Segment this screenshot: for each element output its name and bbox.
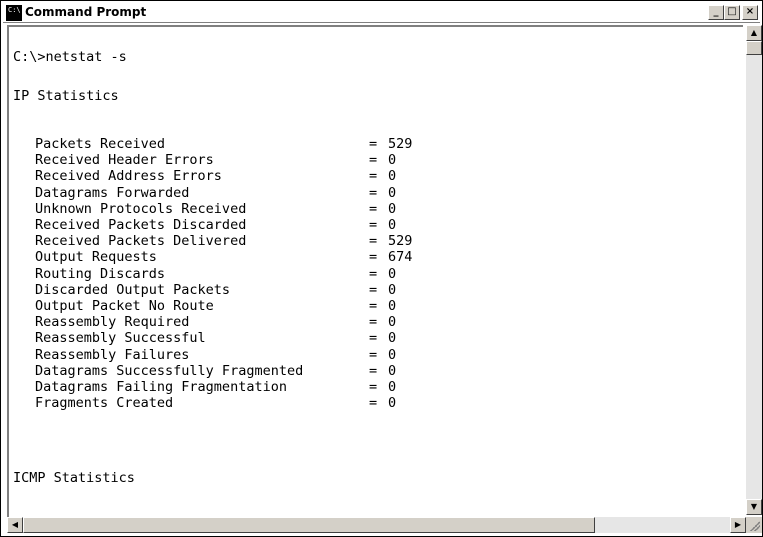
stat-label: Received Packets Discarded [35, 217, 247, 233]
stat-equals: = [369, 265, 378, 282]
stat-equals: = [369, 395, 378, 412]
stat-value: 0 [388, 184, 397, 201]
stat-label: Routing Discards [35, 265, 166, 282]
stat-equals: = [369, 136, 378, 152]
stat-value: 0 [388, 330, 397, 347]
console-output[interactable]: C:\>netstat -s IP Statistics Packets Rec… [7, 25, 743, 517]
stat-label: Unknown Protocols Received [35, 200, 247, 217]
command-line: C:\>netstat -s [13, 49, 127, 65]
stat-equals: = [369, 168, 378, 185]
horizontal-scrollbar[interactable]: ◀ ▶ [7, 517, 746, 533]
stat-value: 0 [388, 346, 397, 363]
section-heading-ip: IP Statistics [13, 88, 119, 104]
stat-value: 529 [388, 136, 413, 152]
stat-equals: = [369, 379, 378, 395]
minimize-button[interactable]: _ [708, 5, 724, 20]
vertical-scrollbar[interactable]: ▲ ▼ [746, 25, 762, 515]
stat-value: 0 [388, 281, 397, 298]
stat-value: 0 [388, 200, 397, 217]
stat-label: Received Address Errors [35, 168, 222, 185]
stat-label: Received Header Errors [35, 152, 214, 169]
stat-value: 0 [388, 265, 397, 282]
stat-label: Discarded Output Packets [35, 281, 231, 298]
stat-value: 0 [388, 314, 397, 331]
stat-label: Received Packets Delivered [35, 233, 247, 250]
stat-value: 0 [388, 362, 397, 379]
stat-value: 0 [388, 395, 397, 412]
scroll-up-icon[interactable]: ▲ [746, 25, 762, 41]
stat-label: Datagrams Forwarded [35, 184, 190, 201]
scroll-down-icon[interactable]: ▼ [746, 499, 762, 515]
command-prompt-window: C:\ Command Prompt _ □ × C:\>netstat -s … [0, 0, 763, 537]
stat-equals: = [369, 152, 378, 169]
stat-label: Output Packet No Route [35, 298, 214, 314]
stat-value: 0 [388, 168, 397, 185]
stat-value: 0 [388, 217, 397, 233]
title-bar[interactable]: C:\ Command Prompt _ □ × [3, 3, 760, 23]
stat-equals: = [369, 249, 378, 266]
scroll-left-icon[interactable]: ◀ [7, 517, 23, 533]
stat-label: Fragments Created [35, 395, 174, 412]
stat-equals: = [369, 330, 378, 347]
cmd-icon-text: C:\ [8, 6, 21, 14]
stat-equals: = [369, 298, 378, 314]
stat-value: 0 [388, 152, 397, 169]
stat-equals: = [369, 217, 378, 233]
stat-value: 0 [388, 379, 397, 395]
stat-label: Packets Received [35, 136, 166, 152]
stat-label: Datagrams Successfully Fragmented [35, 362, 304, 379]
stat-value: 0 [388, 298, 397, 314]
resize-grip-icon[interactable] [746, 517, 762, 533]
stat-equals: = [369, 200, 378, 217]
stat-equals: = [369, 314, 378, 331]
cmd-icon[interactable]: C:\ [6, 5, 22, 21]
stat-label: Reassembly Successful [35, 330, 206, 347]
stat-label: Reassembly Required [35, 314, 190, 331]
stat-value: 674 [388, 249, 413, 266]
close-button[interactable]: × [742, 5, 758, 20]
stat-label: Reassembly Failures [35, 346, 190, 363]
stat-equals: = [369, 346, 378, 363]
stat-label: Datagrams Failing Fragmentation [35, 379, 287, 395]
stat-equals: = [369, 362, 378, 379]
stat-equals: = [369, 281, 378, 298]
horizontal-scroll-thumb[interactable] [23, 517, 595, 533]
stat-equals: = [369, 233, 378, 250]
stat-equals: = [369, 184, 378, 201]
vertical-scroll-thumb[interactable] [746, 41, 762, 55]
stat-label: Output Requests [35, 249, 157, 266]
maximize-button[interactable]: □ [724, 5, 740, 20]
section-heading-icmp: ICMP Statistics [13, 470, 135, 486]
window-title: Command Prompt [25, 5, 147, 19]
scroll-right-icon[interactable]: ▶ [730, 517, 746, 533]
stat-value: 529 [388, 233, 413, 250]
